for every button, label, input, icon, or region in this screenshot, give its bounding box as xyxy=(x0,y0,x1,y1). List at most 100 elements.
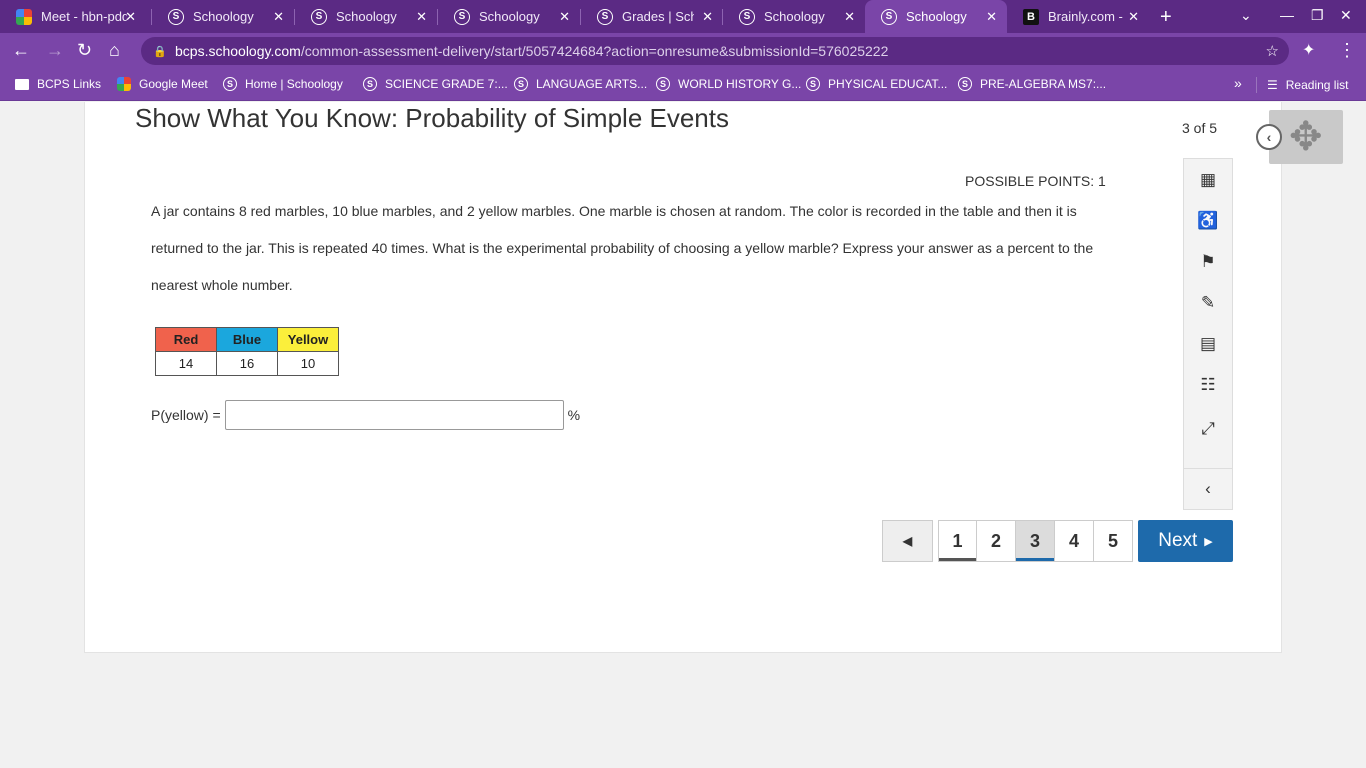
page-1-button[interactable]: 1 xyxy=(938,520,977,562)
fullscreen-icon[interactable]: ⤢ xyxy=(1184,414,1232,444)
bookmark-world-history[interactable]: S WORLD HISTORY G... xyxy=(656,77,801,91)
bookmark-physical-education[interactable]: S PHYSICAL EDUCAT... xyxy=(806,77,947,91)
table-header-row: Red Blue Yellow xyxy=(155,327,339,352)
header-blue: Blue xyxy=(216,327,278,352)
schoology-icon: S xyxy=(881,8,897,25)
notepad-icon[interactable]: ☷ xyxy=(1184,370,1232,400)
collapse-chevron-icon[interactable]: ‹ xyxy=(1184,474,1232,504)
bookmark-language-arts[interactable]: S LANGUAGE ARTS... xyxy=(514,77,647,91)
tab-title: Schoology xyxy=(336,9,397,24)
home-icon[interactable]: ⌂ xyxy=(109,40,120,61)
tab-search-chevron-icon[interactable]: ⌄ xyxy=(1240,7,1252,24)
extensions-puzzle-icon[interactable]: ✦ xyxy=(1302,40,1315,60)
close-icon[interactable]: ✕ xyxy=(702,9,713,25)
bookmark-star-icon[interactable]: ☆ xyxy=(1266,42,1279,60)
lock-icon: 🔒 xyxy=(153,46,167,58)
page-number: 3 xyxy=(1029,530,1040,551)
reading-list-button[interactable]: ☰ Reading list xyxy=(1256,77,1348,93)
drag-move-handle[interactable]: ‹ ✥ xyxy=(1256,110,1343,164)
tab-schoology-active[interactable]: S Schoology ✕ xyxy=(865,0,1007,33)
address-bar[interactable]: 🔒 bcps.schoology.com/common-assessment-d… xyxy=(141,37,1289,65)
move-arrows-icon: ✥ xyxy=(1289,115,1323,159)
back-arrow-icon[interactable]: ← xyxy=(12,40,30,61)
question-text: A jar contains 8 red marbles, 10 blue ma… xyxy=(151,203,1094,293)
close-icon[interactable]: ✕ xyxy=(416,9,427,25)
tab-brainly[interactable]: B Brainly.com - For ✕ xyxy=(1007,0,1149,33)
kebab-menu-icon[interactable]: ⋮ xyxy=(1338,40,1356,61)
bookmark-label: PHYSICAL EDUCAT... xyxy=(828,77,948,91)
answer-input[interactable] xyxy=(224,400,564,430)
page-3-button[interactable]: 3 xyxy=(1016,520,1055,562)
tab-meet[interactable]: Meet - hbn-pdq ✕ xyxy=(0,0,146,33)
bookmark-label: SCIENCE GRADE 7:... xyxy=(385,77,508,91)
bookmark-pre-algebra[interactable]: S PRE-ALGEBRA MS7:... xyxy=(958,77,1106,91)
url-path: /common-assessment-delivery/start/505742… xyxy=(300,43,889,59)
page-2-button[interactable]: 2 xyxy=(977,520,1016,562)
question-counter: 3 of 5 xyxy=(1182,120,1218,136)
tab-schoology-1[interactable]: S Schoology ✕ xyxy=(152,0,294,33)
close-icon[interactable]: ✕ xyxy=(559,9,570,25)
minimize-icon[interactable]: — xyxy=(1280,7,1294,23)
previous-question-button[interactable]: ◀ xyxy=(882,520,933,562)
close-icon[interactable]: ✕ xyxy=(125,9,136,25)
flag-icon[interactable]: ⚑ xyxy=(1184,247,1232,277)
page-number: 2 xyxy=(990,530,1001,551)
schoology-icon: S xyxy=(168,8,184,25)
close-icon[interactable]: ✕ xyxy=(1128,9,1139,25)
value-blue: 16 xyxy=(216,351,278,376)
answered-indicator xyxy=(939,558,976,561)
schoology-icon: S xyxy=(806,77,820,91)
collapse-circle-chevron-icon[interactable]: ‹ xyxy=(1256,124,1282,150)
google-meet-icon xyxy=(16,8,32,25)
bookmark-label: PRE-ALGEBRA MS7:... xyxy=(980,77,1107,91)
value-red: 14 xyxy=(155,351,217,376)
schoology-icon: S xyxy=(514,77,528,91)
schoology-icon: S xyxy=(656,77,670,91)
value-yellow: 10 xyxy=(277,351,339,376)
calculator-icon[interactable]: ▤ xyxy=(1184,329,1232,359)
forward-arrow-icon[interactable]: → xyxy=(46,40,64,61)
close-icon[interactable]: ✕ xyxy=(844,9,855,25)
close-icon[interactable]: ✕ xyxy=(986,9,997,25)
bookmark-label: LANGUAGE ARTS... xyxy=(536,77,648,91)
reload-icon[interactable]: ↻ xyxy=(77,40,92,61)
assessment-card: Show What You Know: Probability of Simpl… xyxy=(84,102,1282,653)
url-text[interactable]: bcps.schoology.com/common-assessment-del… xyxy=(175,43,888,59)
accessibility-icon[interactable]: ♿ xyxy=(1184,206,1232,236)
schoology-icon: S xyxy=(958,77,972,91)
bookmark-home-schoology[interactable]: S Home | Schoology xyxy=(223,77,343,91)
schoology-icon: S xyxy=(223,77,237,91)
close-icon[interactable]: ✕ xyxy=(273,9,284,25)
tab-schoology-2[interactable]: S Schoology ✕ xyxy=(295,0,437,33)
bookmark-bcps-links[interactable]: BCPS Links xyxy=(15,77,101,91)
tab-title: Schoology xyxy=(906,9,967,24)
schoology-icon: S xyxy=(454,8,470,25)
header-red: Red xyxy=(155,327,217,352)
bookmarks-overflow-chevron[interactable]: » xyxy=(1234,75,1242,91)
tab-title: Meet - hbn-pdq xyxy=(41,9,127,24)
table-row: 14 16 10 xyxy=(155,351,339,376)
bookmark-google-meet[interactable]: Google Meet xyxy=(117,77,208,91)
bookmark-science[interactable]: S SCIENCE GRADE 7:... xyxy=(363,77,508,91)
restore-icon[interactable]: ❐ xyxy=(1311,7,1324,24)
page-4-button[interactable]: 4 xyxy=(1055,520,1094,562)
answer-eliminator-icon[interactable]: ✎ xyxy=(1184,288,1232,318)
next-label: Next xyxy=(1158,530,1198,551)
tab-grades[interactable]: S Grades | Schoology ✕ xyxy=(581,0,723,33)
browser-toolbar: ← → ↻ ⌂ 🔒 bcps.schoology.com/common-asse… xyxy=(0,33,1366,69)
page-number: 1 xyxy=(952,530,963,551)
window-close-icon[interactable]: ✕ xyxy=(1340,7,1352,24)
tab-title: Schoology xyxy=(193,9,254,24)
page-number: 4 xyxy=(1068,530,1079,551)
tool-palette: ▦ ♿ ⚑ ✎ ▤ ☷ ⤢ ‹ xyxy=(1183,158,1233,510)
answer-unit: % xyxy=(567,407,581,423)
tab-schoology-4[interactable]: S Schoology ✕ xyxy=(723,0,865,33)
next-button[interactable]: Next ▶ xyxy=(1138,520,1233,562)
table-grid-icon[interactable]: ▦ xyxy=(1184,165,1232,195)
page-title: Show What You Know: Probability of Simpl… xyxy=(135,103,729,133)
new-tab-plus-icon[interactable]: + xyxy=(1160,6,1172,29)
page-5-button[interactable]: 5 xyxy=(1094,520,1133,562)
tab-schoology-3[interactable]: S Schoology ✕ xyxy=(438,0,580,33)
tab-title: Schoology xyxy=(764,9,825,24)
tab-strip: Meet - hbn-pdq ✕ S Schoology ✕ S Schoolo… xyxy=(0,0,1366,33)
